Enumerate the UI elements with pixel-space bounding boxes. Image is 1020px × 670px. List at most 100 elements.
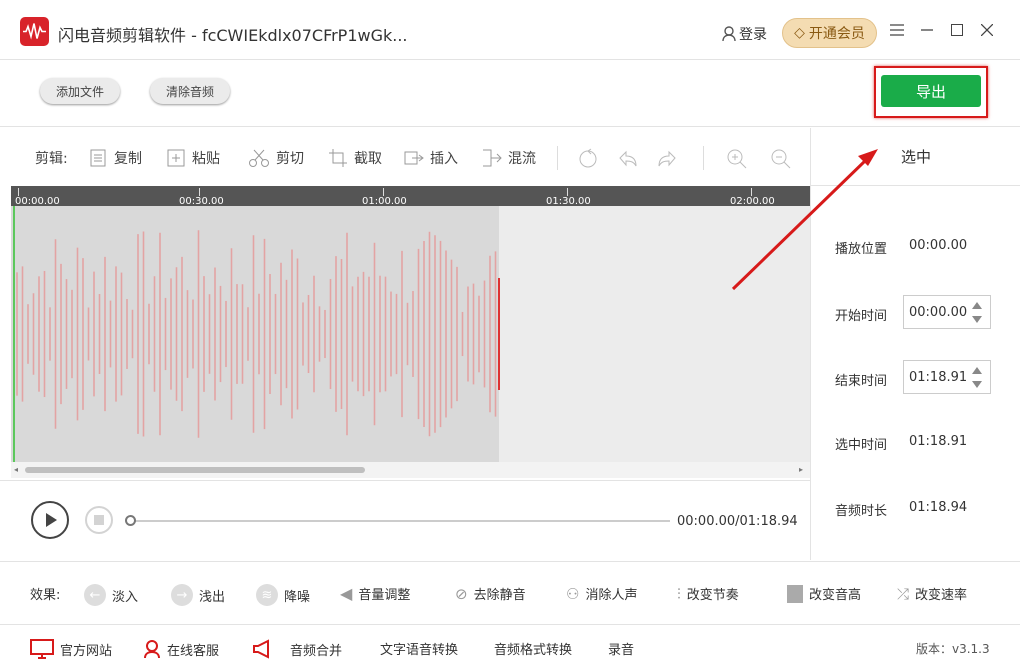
mute-bell-icon: ⊘: [455, 584, 468, 603]
paste-button[interactable]: 粘贴: [166, 148, 220, 168]
version-label: 版本：v3.1.3: [916, 642, 990, 656]
progress-knob[interactable]: [125, 515, 136, 526]
crop-icon: [329, 149, 347, 167]
pitch-button[interactable]: 改变音高: [787, 584, 861, 603]
insert-label: 插入: [430, 151, 458, 167]
maximize-icon[interactable]: [947, 20, 967, 40]
scrollbar-thumb[interactable]: [25, 467, 365, 473]
export-button[interactable]: 导出: [881, 75, 981, 107]
app-title: 闪电音频剪辑软件 - fcCWIEkdlx07CFrP1wGk...: [58, 26, 408, 45]
official-site-link[interactable]: 官方网站: [30, 639, 112, 659]
denoise-label: 降噪: [284, 589, 311, 605]
play-position-value: 00:00.00: [909, 238, 968, 253]
volume-button[interactable]: ◀ 音量调整: [340, 584, 410, 603]
remove-vocal-button[interactable]: ⚇ 消除人声: [566, 584, 637, 604]
tempo-button[interactable]: ⫶ 改变节奏: [677, 584, 739, 604]
denoise-button[interactable]: ≋ 降噪: [256, 584, 310, 606]
format-convert-link[interactable]: 音频格式转换: [494, 639, 572, 658]
time-readout: 00:00.00/01:18.94: [677, 514, 798, 529]
scroll-right-icon[interactable]: ▸: [799, 465, 803, 474]
speed-button[interactable]: ⤮ 改变速率: [897, 584, 968, 604]
minimize-icon[interactable]: [917, 20, 937, 40]
fade-in-button[interactable]: ← 淡入: [84, 584, 138, 606]
vip-button[interactable]: ◇ 开通会员: [782, 18, 877, 48]
mix-button[interactable]: 混流: [482, 148, 536, 168]
decrement-icon[interactable]: [972, 316, 982, 323]
user-icon: [722, 26, 736, 42]
bottom-bar: 官方网站 在线客服 音频合并 文字语音转换 音频格式转换 录音 版本：v3.1.…: [0, 624, 1020, 670]
duration-label: 音频时长: [835, 504, 888, 519]
speaker-icon: ◀: [340, 584, 353, 603]
redo-icon[interactable]: [656, 148, 678, 170]
insert-button[interactable]: 插入: [404, 148, 458, 168]
tick-mark: [199, 188, 200, 196]
denoise-icon: ≋: [256, 584, 278, 606]
play-icon: [46, 513, 57, 527]
speed-label: 改变速率: [915, 588, 968, 603]
end-time-value: 01:18.91: [909, 370, 968, 385]
crop-label: 截取: [354, 151, 382, 167]
menu-icon[interactable]: [887, 20, 907, 40]
add-file-button[interactable]: 添加文件: [40, 78, 120, 104]
start-time-field[interactable]: 00:00.00: [903, 295, 991, 329]
effects-bar: 效果: ← 淡入 → 浅出 ≋ 降噪 ◀ 音量调整 ⊘ 去除静音 ⚇ 消除人声 ⫶ 改变节奏 …: [0, 561, 1020, 623]
main-toolbar: 添加文件 清除音频: [0, 61, 1020, 127]
tts-link[interactable]: 文字语音转换: [380, 639, 458, 658]
selection-title: 选中: [811, 128, 1020, 186]
end-time-label: 结束时间: [835, 374, 888, 389]
scroll-left-icon[interactable]: ◂: [14, 465, 18, 474]
mix-icon: [483, 149, 502, 167]
stop-icon: [94, 515, 104, 525]
increment-icon[interactable]: [972, 302, 982, 309]
tick-mark: [567, 188, 568, 196]
paste-icon: [167, 149, 185, 167]
crop-button[interactable]: 截取: [328, 148, 382, 168]
fade-out-icon: →: [171, 584, 193, 606]
official-site-label: 官方网站: [60, 643, 113, 659]
tick-mark: [18, 188, 19, 196]
edit-label: 剪辑:: [35, 151, 68, 167]
selected-time-label: 选中时间: [835, 438, 888, 453]
export-highlight: 导出: [874, 66, 988, 118]
copy-label: 复制: [114, 151, 142, 167]
play-button[interactable]: [31, 501, 69, 539]
stop-button[interactable]: [85, 506, 113, 534]
horizontal-scrollbar[interactable]: ◂ ▸: [11, 462, 810, 478]
selection-end-marker[interactable]: [498, 278, 500, 390]
support-icon: [144, 640, 160, 659]
playhead[interactable]: [13, 206, 15, 462]
record-link[interactable]: 录音: [608, 639, 634, 658]
play-position-label: 播放位置: [835, 242, 888, 257]
remove-silence-label: 去除静音: [473, 588, 526, 603]
tick-mark: [383, 188, 384, 196]
fade-out-label: 浅出: [199, 589, 226, 605]
increment-icon[interactable]: [972, 367, 982, 374]
close-icon[interactable]: [977, 20, 997, 40]
login-button[interactable]: 登录: [722, 24, 767, 44]
paste-label: 粘贴: [192, 151, 220, 167]
cut-button[interactable]: 剪切: [248, 148, 304, 168]
copy-icon: [90, 149, 106, 167]
refresh-icon[interactable]: [577, 148, 599, 170]
zoom-in-icon[interactable]: [726, 148, 748, 170]
undo-icon[interactable]: [617, 148, 639, 170]
fade-in-icon: ←: [84, 584, 106, 606]
tempo-label: 改变节奏: [686, 588, 739, 603]
online-support-link[interactable]: 在线客服: [143, 639, 219, 659]
remove-silence-button[interactable]: ⊘ 去除静音: [455, 584, 526, 604]
mix-label: 混流: [508, 151, 536, 167]
audio-merge-label: 音频合并: [290, 643, 343, 659]
zoom-out-icon[interactable]: [770, 148, 792, 170]
end-time-field[interactable]: 01:18.91: [903, 360, 991, 394]
fade-out-button[interactable]: → 浅出: [171, 584, 225, 606]
progress-track[interactable]: [130, 520, 670, 522]
audio-merge-link[interactable]: 音频合并: [252, 639, 342, 659]
pitch-icon: [787, 584, 803, 603]
decrement-icon[interactable]: [972, 381, 982, 388]
waveform-selection[interactable]: [11, 206, 499, 462]
toolbar-divider: [557, 146, 558, 170]
megaphone-icon: [253, 639, 269, 659]
timeline-ruler[interactable]: 00:00.00 00:30.00 01:00.00 01:30.00 02:0…: [11, 186, 810, 207]
clear-audio-button[interactable]: 清除音频: [150, 78, 230, 104]
copy-button[interactable]: 复制: [88, 148, 142, 168]
